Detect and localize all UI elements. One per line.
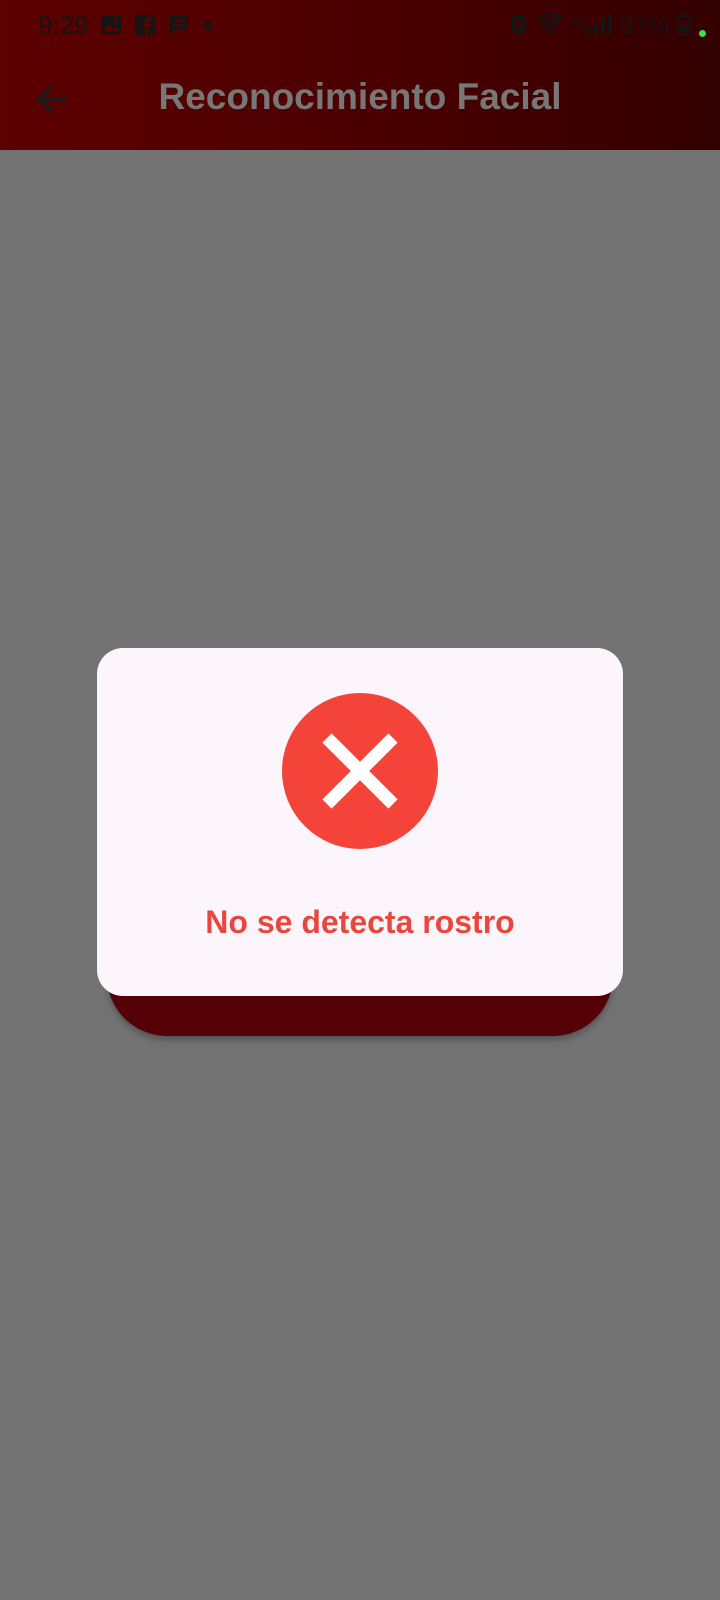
signal-icon: % (573, 12, 613, 41)
dialog-message: No se detecta rostro (205, 904, 515, 940)
privacy-indicator-dot (699, 30, 706, 37)
battery-percent: 37% (620, 12, 669, 40)
status-time: 9:29 (38, 10, 89, 40)
error-x-icon (282, 693, 438, 849)
status-bar: 9:29 % 37% (0, 0, 720, 52)
svg-text:%: % (573, 18, 586, 34)
vpn-key-icon (509, 12, 527, 41)
gallery-icon (100, 14, 122, 41)
dot-icon (202, 14, 214, 41)
notification-icons (100, 14, 214, 41)
battery-icon (677, 12, 691, 41)
chat-icon (168, 14, 190, 41)
error-dialog: No se detecta rostro (97, 648, 623, 996)
app-bar: Reconocimiento Facial (0, 52, 720, 150)
page-title: Reconocimiento Facial (158, 76, 562, 117)
facebook-icon (134, 14, 156, 41)
system-icons: % 37% (509, 12, 706, 41)
wifi-icon (535, 12, 565, 41)
